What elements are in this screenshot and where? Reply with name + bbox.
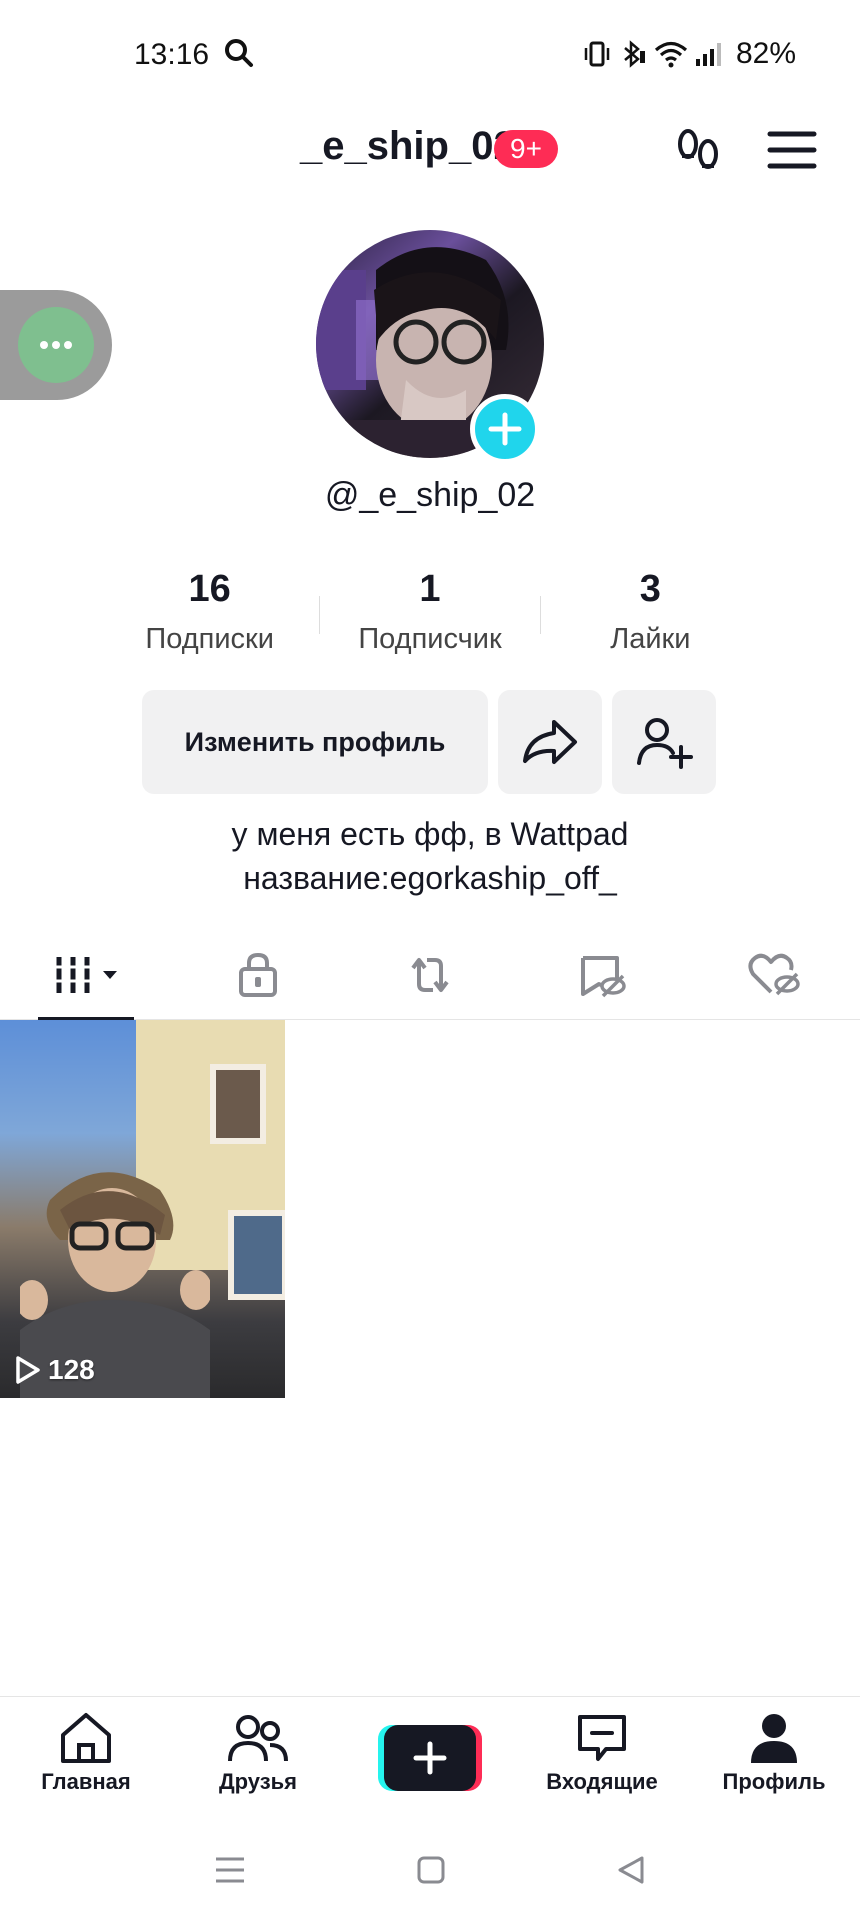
share-profile-button[interactable] [498,690,602,794]
tab-reposts[interactable] [344,930,516,1020]
bottom-navigation: Главная Друзья Входящие Профиль [0,1696,860,1820]
nav-label: Друзья [218,1769,298,1794]
nav-create[interactable] [344,1697,516,1820]
thumbnail-window [210,1064,266,1144]
menu-icon[interactable] [766,128,818,172]
nav-label: Главная [41,1769,131,1794]
thumbnail-window [228,1210,285,1300]
battery-level: 82% [735,37,796,70]
tab-videos[interactable] [0,930,172,1021]
wifi-icon [654,41,688,68]
add-avatar-button[interactable] [470,394,540,464]
notification-badge[interactable]: 9+ [494,130,558,168]
bluetooth-icon [624,40,645,68]
recents-icon[interactable] [214,1855,246,1885]
stat-value: 1 [419,568,441,610]
system-navigation [0,1820,860,1920]
video-views: 128 [14,1354,95,1386]
plus-icon [488,412,522,446]
add-person-icon [637,718,693,769]
profile-actions: Изменить профиль [142,690,716,794]
back-icon[interactable] [616,1855,646,1885]
profile-stats: 16 Подписки 1 Подписчик 3 Лайки [100,566,760,666]
bio-line: название:egorkaship_off_ [243,860,617,896]
tab-liked[interactable] [688,930,860,1020]
content-tabs [0,930,860,1021]
stat-label: Подписки [145,623,274,655]
vibrate-icon [584,41,610,67]
videos-grid-icon [53,957,117,993]
add-friend-button[interactable] [612,690,716,794]
tab-private[interactable] [172,930,344,1020]
nav-inbox[interactable]: Входящие [516,1697,688,1820]
video-thumbnail[interactable]: 128 [0,1020,285,1398]
floating-assistant-bubble[interactable] [0,290,112,400]
stat-label: Лайки [610,623,691,655]
nav-friends[interactable]: Друзья [172,1697,344,1820]
status-icons: 82% [582,36,796,72]
status-time: 13:16 [134,38,210,71]
nav-label: Входящие [546,1769,658,1794]
footprint-icon[interactable] [670,124,726,180]
home-icon [61,1713,111,1763]
liked-hidden-icon [748,953,800,996]
stat-likes[interactable]: 3 Лайки [541,566,760,666]
video-view-count: 128 [48,1354,95,1385]
more-dots-icon [18,307,94,383]
create-button[interactable] [378,1725,482,1791]
stat-value: 3 [639,568,661,610]
plus-icon [413,1741,447,1775]
friends-icon [228,1715,288,1762]
share-arrow-icon [523,720,577,764]
play-icon [16,1356,40,1384]
status-bar: 13:16 82% [0,0,860,110]
nav-profile[interactable]: Профиль [688,1697,860,1820]
bio-line: у меня есть фф, в Wattpad [231,816,629,852]
profile-bio: у меня есть фф, в Wattpad название:egork… [0,812,860,900]
stat-followers[interactable]: 1 Подписчик [320,566,539,666]
inbox-icon [578,1715,626,1761]
lock-icon [239,952,277,997]
bookmark-hidden-icon [581,956,626,998]
nav-home[interactable]: Главная [0,1697,172,1820]
signal-icon [695,43,721,66]
home-button-icon[interactable] [416,1855,446,1885]
stat-following[interactable]: 16 Подписки [100,566,319,666]
stat-value: 16 [188,568,231,610]
search-icon [225,39,253,67]
repost-icon [411,958,449,992]
profile-icon [751,1714,797,1763]
edit-profile-button[interactable]: Изменить профиль [142,690,488,794]
tab-favorites[interactable] [516,930,688,1020]
stat-label: Подписчик [358,623,502,655]
page-title[interactable]: _e_ship_02 [300,124,516,169]
profile-header: _e_ship_02 9+ [0,110,860,190]
nav-label: Профиль [722,1769,826,1794]
profile-handle: @_e_ship_02 [324,476,536,514]
